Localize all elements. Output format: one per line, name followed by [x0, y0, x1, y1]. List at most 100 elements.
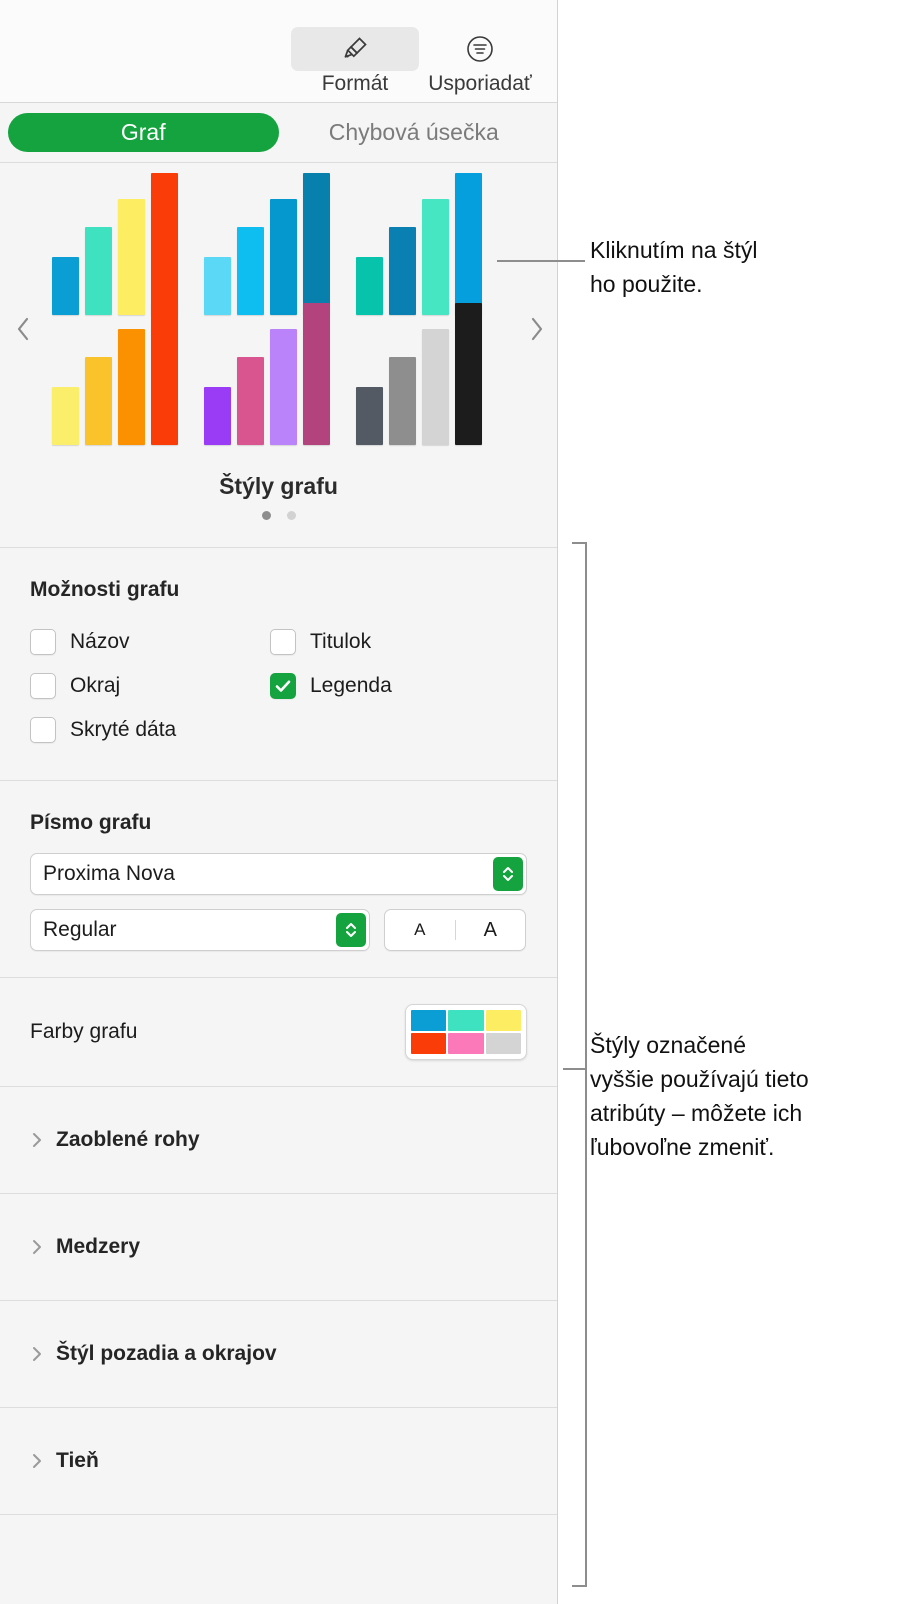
callout-style-leader-line [497, 260, 585, 262]
checkbox-nazov[interactable] [30, 629, 56, 655]
thumbnail-bar [52, 387, 79, 445]
checkbox-titulok[interactable] [270, 629, 296, 655]
color-swatch [411, 1033, 447, 1054]
callout-attrs-text: Štýly označené vyššie používajú tieto at… [590, 1032, 809, 1160]
format-button[interactable]: Formát [291, 27, 419, 96]
gallery-page-dot[interactable] [261, 511, 271, 520]
format-inspector-panel: Formát Usporiadať Graf Chybová úsečka Št… [0, 0, 558, 1604]
checkbox-row-nazov[interactable]: Názov [30, 620, 270, 664]
chart-style-thumbnails [52, 173, 512, 445]
chevron-right-icon[interactable] [30, 1130, 56, 1150]
thumbnail-bar [151, 173, 178, 315]
chart-style-thumbnail[interactable] [52, 173, 204, 315]
section-styl-pozadia-a-okrajov[interactable]: Štýl pozadia a okrajov [0, 1301, 557, 1408]
section-label-medzery: Medzery [56, 1235, 141, 1258]
chart-style-thumbnail[interactable] [356, 303, 508, 445]
section-label-zaoblene-rohy: Zaoblené rohy [56, 1128, 200, 1151]
thumbnail-bar [237, 357, 264, 445]
paintbrush-icon [291, 27, 419, 71]
thumbnail-bar [85, 357, 112, 445]
chart-style-thumbnail[interactable] [204, 173, 356, 315]
checkbox-legenda[interactable] [270, 673, 296, 699]
checkbox-skryte-data[interactable] [30, 717, 56, 743]
gallery-page-dot[interactable] [286, 511, 296, 520]
font-family-select[interactable]: Proxima Nova [30, 853, 527, 895]
checkbox-row-titulok[interactable]: Titulok [270, 620, 510, 664]
chevron-right-icon[interactable] [30, 1237, 56, 1257]
color-swatch [485, 1033, 521, 1054]
thumbnail-bars [204, 173, 330, 315]
thumbnail-bars [52, 303, 178, 445]
chevron-left-icon[interactable] [8, 311, 38, 347]
chevron-right-icon[interactable] [30, 1451, 56, 1471]
section-label-styl-pozadia: Štýl pozadia a okrajov [56, 1342, 277, 1365]
color-swatch [448, 1010, 484, 1031]
chevron-updown-icon[interactable] [336, 913, 366, 947]
chevron-right-icon[interactable] [30, 1344, 56, 1364]
inspector-tabs: Graf Chybová úsečka [0, 103, 557, 163]
checkbox-row-legenda[interactable]: Legenda [270, 664, 510, 708]
thumbnail-bar [118, 329, 145, 445]
font-style-select[interactable]: Regular [30, 909, 370, 951]
checkbox-row-okraj[interactable]: Okraj [30, 664, 270, 708]
chart-colors-label: Farby grafu [30, 1020, 138, 1043]
chart-options-checkboxes: Názov Titulok Okraj Legenda Skryté dáta [30, 620, 527, 752]
thumbnail-bars [204, 303, 330, 445]
chart-style-thumbnail[interactable] [52, 303, 204, 445]
thumbnail-bar [422, 329, 449, 445]
checkbox-row-skryte-data[interactable]: Skryté dáta [30, 708, 270, 752]
chart-style-thumbnail[interactable] [356, 173, 508, 315]
inspector-toolbar: Formát Usporiadať [0, 0, 557, 103]
arrange-lines-circle-icon [416, 27, 544, 71]
font-style-value: Regular [43, 918, 117, 941]
color-swatch [448, 1033, 484, 1054]
thumbnail-bar [389, 357, 416, 445]
callout-bracket-top [572, 542, 587, 544]
thumbnail-bar [270, 329, 297, 445]
chart-font-title: Písmo grafu [30, 811, 152, 834]
tab-graf[interactable]: Graf [8, 113, 279, 152]
section-label-tien: Tieň [56, 1449, 99, 1472]
thumbnail-bar [237, 227, 264, 315]
thumbnail-bar [389, 227, 416, 315]
chart-options-title: Možnosti grafu [30, 578, 180, 601]
chart-colors-section: Farby grafu [0, 978, 557, 1087]
thumbnail-bar [85, 227, 112, 315]
section-tien[interactable]: Tieň [0, 1408, 557, 1515]
section-medzery[interactable]: Medzery [0, 1194, 557, 1301]
chart-styles-gallery: Štýly grafu [0, 163, 557, 548]
checkbox-label-okraj: Okraj [70, 674, 121, 697]
color-swatch [411, 1010, 447, 1031]
chart-options-section: Možnosti grafu Názov Titulok Okraj Legen… [0, 548, 557, 781]
thumbnail-bars [356, 173, 482, 315]
font-size-buttons: A A [384, 909, 526, 951]
tab-chybova-usecka[interactable]: Chybová úsečka [279, 113, 550, 152]
callout-style-text: Kliknutím na štýl ho použite. [590, 237, 758, 297]
callout-bracket-bottom [572, 1585, 587, 1587]
color-swatch [485, 1010, 521, 1031]
thumbnail-bar [118, 199, 145, 315]
checkbox-okraj[interactable] [30, 673, 56, 699]
arrange-button[interactable]: Usporiadať [416, 27, 544, 96]
checkbox-label-titulok: Titulok [310, 630, 372, 653]
section-zaoblene-rohy[interactable]: Zaoblené rohy [0, 1087, 557, 1194]
thumbnail-bar [204, 387, 231, 445]
thumbnail-bar [455, 173, 482, 315]
chevron-right-icon[interactable] [522, 311, 552, 347]
checkbox-label-skryte-data: Skryté dáta [70, 718, 177, 741]
thumbnail-bars [52, 173, 178, 315]
chevron-updown-icon[interactable] [493, 857, 523, 891]
gallery-title: Štýly grafu [219, 473, 338, 499]
callout-bracket-vertical [585, 542, 587, 1587]
thumbnail-bars [356, 303, 482, 445]
chart-colors-swatch-button[interactable] [405, 1004, 527, 1060]
increase-font-size-button[interactable]: A [456, 919, 526, 942]
chart-style-thumbnail[interactable] [204, 303, 356, 445]
thumbnail-bar [303, 303, 330, 445]
thumbnail-bar [151, 303, 178, 445]
decrease-font-size-button[interactable]: A [385, 920, 455, 940]
thumbnail-bar [422, 199, 449, 315]
format-button-label: Formát [321, 72, 389, 95]
thumbnail-bar [270, 199, 297, 315]
thumbnail-bar [455, 303, 482, 445]
